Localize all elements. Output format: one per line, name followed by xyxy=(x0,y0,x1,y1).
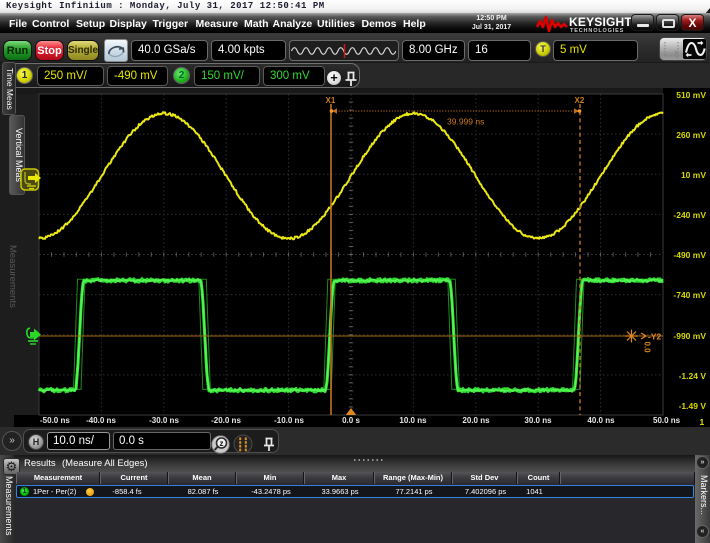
svg-text:0.0: 0.0 xyxy=(643,342,652,354)
svg-text:X1: X1 xyxy=(326,96,336,105)
svg-text:-Y2: -Y2 xyxy=(648,332,662,342)
svg-text:X2: X2 xyxy=(575,96,585,105)
svg-text:z: z xyxy=(220,438,224,447)
svg-text:39.999 ns: 39.999 ns xyxy=(447,117,484,127)
